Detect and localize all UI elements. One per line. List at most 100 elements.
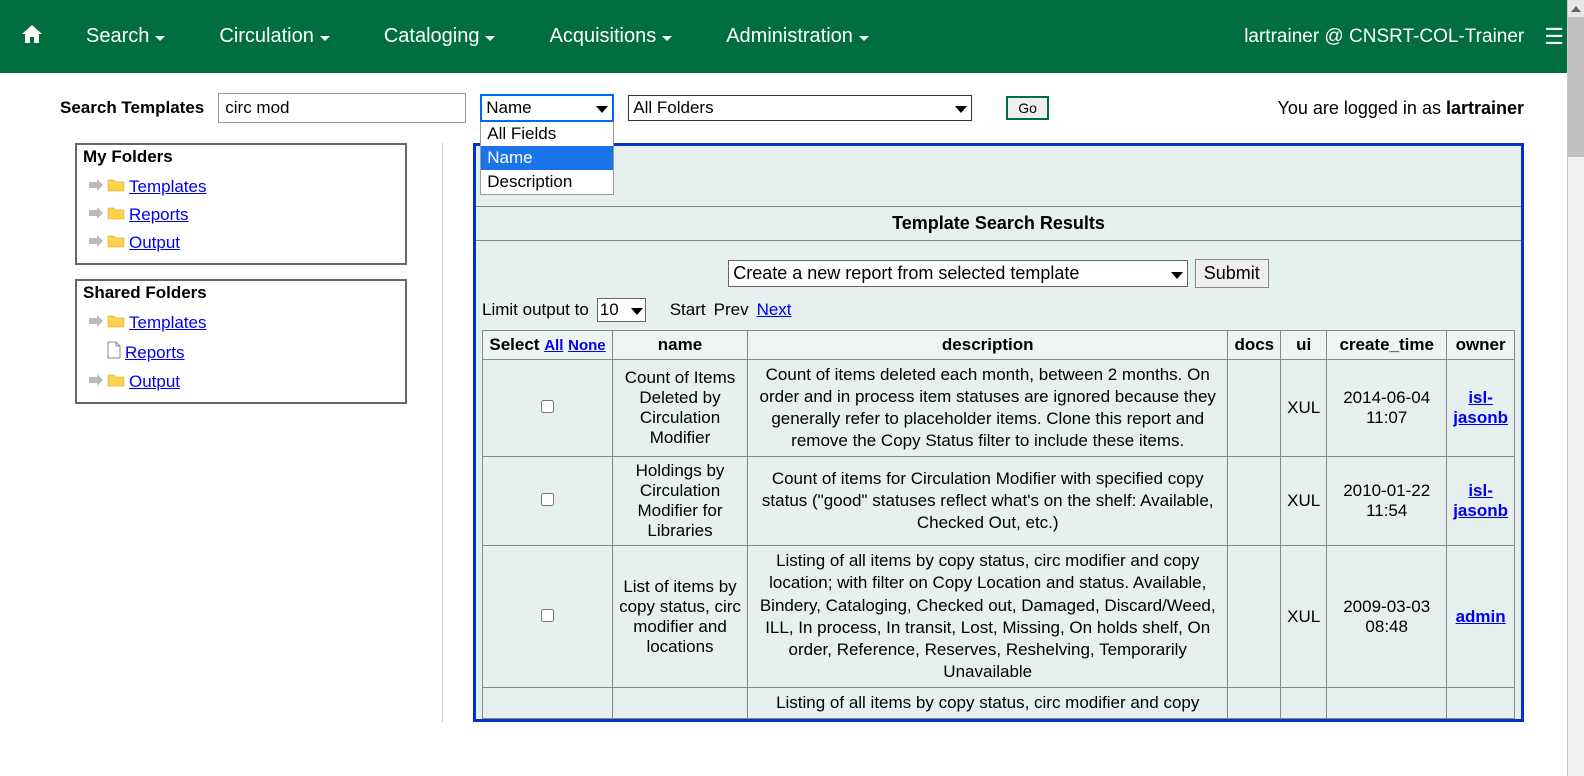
row-ui: XUL xyxy=(1281,546,1327,688)
folder-icon xyxy=(107,233,125,253)
select-none-link[interactable]: None xyxy=(568,337,606,354)
home-icon[interactable] xyxy=(20,22,44,51)
row-checkbox[interactable] xyxy=(541,493,554,506)
folder-icon xyxy=(107,313,125,333)
limit-label: Limit output to xyxy=(482,300,589,320)
vertical-divider xyxy=(442,143,443,722)
nav-cataloging[interactable]: Cataloging xyxy=(372,17,508,56)
nav-label: Circulation xyxy=(219,25,313,48)
caret-icon xyxy=(155,36,165,41)
caret-icon xyxy=(859,36,869,41)
nav-circulation[interactable]: Circulation xyxy=(207,17,341,56)
logged-in-text: You are logged in as lartrainer xyxy=(1277,98,1524,119)
caret-icon xyxy=(320,36,330,41)
folder-item: Templates xyxy=(83,309,399,337)
nav-label: Acquisitions xyxy=(549,25,656,48)
pager-next-link[interactable]: Next xyxy=(757,300,792,320)
row-description: Listing of all items by copy status, cir… xyxy=(748,546,1228,688)
row-owner-link[interactable]: isl-jasonb xyxy=(1453,481,1508,520)
field-option-name[interactable]: Name xyxy=(481,146,613,170)
chevron-down-icon xyxy=(1163,263,1183,284)
action-select[interactable]: Create a new report from selected templa… xyxy=(728,260,1188,287)
folder-select-value: All Folders xyxy=(633,98,713,118)
field-select-dropdown: All Fields Name Description xyxy=(480,122,614,195)
folder-item: Output xyxy=(83,229,399,257)
folder-link[interactable]: Templates xyxy=(129,313,206,333)
list-menu-icon[interactable]: ☰ xyxy=(1544,24,1564,50)
folder-link[interactable]: Templates xyxy=(129,177,206,197)
select-all-link[interactable]: All xyxy=(544,337,563,354)
chevron-down-icon xyxy=(947,98,967,118)
nav-acquisitions[interactable]: Acquisitions xyxy=(537,17,684,56)
folder-item: Reports xyxy=(83,337,399,368)
chevron-down-icon xyxy=(588,98,608,118)
folder-link[interactable]: Output xyxy=(129,233,180,253)
folder-icon xyxy=(107,372,125,392)
results-table: Select All None name description docs ui… xyxy=(482,330,1515,719)
row-create-time: 2010-01-22 11:54 xyxy=(1327,457,1447,546)
arrow-icon xyxy=(89,373,103,391)
caret-icon xyxy=(662,36,672,41)
row-checkbox[interactable] xyxy=(541,609,554,622)
row-docs xyxy=(1228,457,1281,546)
chevron-down-icon xyxy=(623,300,643,320)
nav-administration[interactable]: Administration xyxy=(714,17,881,56)
action-select-value: Create a new report from selected templa… xyxy=(733,263,1079,284)
col-description: description xyxy=(748,331,1228,360)
col-create-time: create_time xyxy=(1327,331,1447,360)
row-docs xyxy=(1228,360,1281,457)
arrow-icon xyxy=(89,178,103,196)
col-ui: ui xyxy=(1281,331,1327,360)
col-name: name xyxy=(613,331,748,360)
row-ui: XUL xyxy=(1281,457,1327,546)
row-checkbox[interactable] xyxy=(541,400,554,413)
field-select[interactable]: Name xyxy=(480,94,614,122)
col-select: Select All None xyxy=(483,331,613,360)
main-content: Template Search Results Create a new rep… xyxy=(473,143,1524,722)
row-description: Listing of all items by copy status, cir… xyxy=(748,687,1228,718)
scrollbar-up-arrow[interactable] xyxy=(1568,0,1584,17)
folder-link[interactable]: Reports xyxy=(129,205,189,225)
row-docs xyxy=(1228,546,1281,688)
table-row: Holdings by Circulation Modifier for Lib… xyxy=(483,457,1515,546)
scrollbar[interactable] xyxy=(1567,0,1584,776)
search-row: Search Templates Name All Fields Name De… xyxy=(0,73,1584,133)
row-ui: XUL xyxy=(1281,360,1327,457)
row-owner-link[interactable]: admin xyxy=(1456,607,1506,626)
document-icon xyxy=(107,341,121,364)
pager-prev: Prev xyxy=(714,300,749,320)
search-input[interactable] xyxy=(218,93,466,123)
folder-icon xyxy=(107,205,125,225)
field-select-value: Name xyxy=(486,98,531,118)
submit-button[interactable]: Submit xyxy=(1195,259,1269,288)
table-row: Count of Items Deleted by Circulation Mo… xyxy=(483,360,1515,457)
limit-select[interactable]: 10 xyxy=(597,298,646,322)
go-button[interactable]: Go xyxy=(1006,96,1049,120)
row-name: Holdings by Circulation Modifier for Lib… xyxy=(613,457,748,546)
results-header: Template Search Results xyxy=(476,206,1521,241)
nav-search[interactable]: Search xyxy=(74,17,177,56)
col-docs: docs xyxy=(1228,331,1281,360)
row-description: Count of items for Circulation Modifier … xyxy=(748,457,1228,546)
field-option-all-fields[interactable]: All Fields xyxy=(481,122,613,146)
shared-folders-panel: Shared Folders Templates Reports Output xyxy=(75,279,407,404)
logged-in-user: lartrainer xyxy=(1446,98,1524,118)
caret-icon xyxy=(485,36,495,41)
folder-select[interactable]: All Folders xyxy=(628,95,972,121)
user-display: lartrainer @ CNSRT-COL-Trainer xyxy=(1244,26,1524,48)
pager-start: Start xyxy=(670,300,706,320)
row-create-time: 2009-03-03 08:48 xyxy=(1327,546,1447,688)
nav-label: Administration xyxy=(726,25,853,48)
sidebar: My Folders TemplatesReportsOutput Shared… xyxy=(75,143,407,418)
field-option-description[interactable]: Description xyxy=(481,170,613,194)
folder-item: Output xyxy=(83,368,399,396)
top-navbar: Search Circulation Cataloging Acquisitio… xyxy=(0,0,1584,73)
limit-value: 10 xyxy=(600,300,619,320)
row-owner-link[interactable]: isl-jasonb xyxy=(1453,388,1508,427)
folder-link[interactable]: Output xyxy=(129,372,180,392)
folder-link[interactable]: Reports xyxy=(125,343,185,363)
scrollbar-thumb[interactable] xyxy=(1568,17,1584,157)
action-row: Create a new report from selected templa… xyxy=(476,241,1521,298)
shared-folders-title: Shared Folders xyxy=(83,283,399,303)
nav-label: Search xyxy=(86,25,149,48)
